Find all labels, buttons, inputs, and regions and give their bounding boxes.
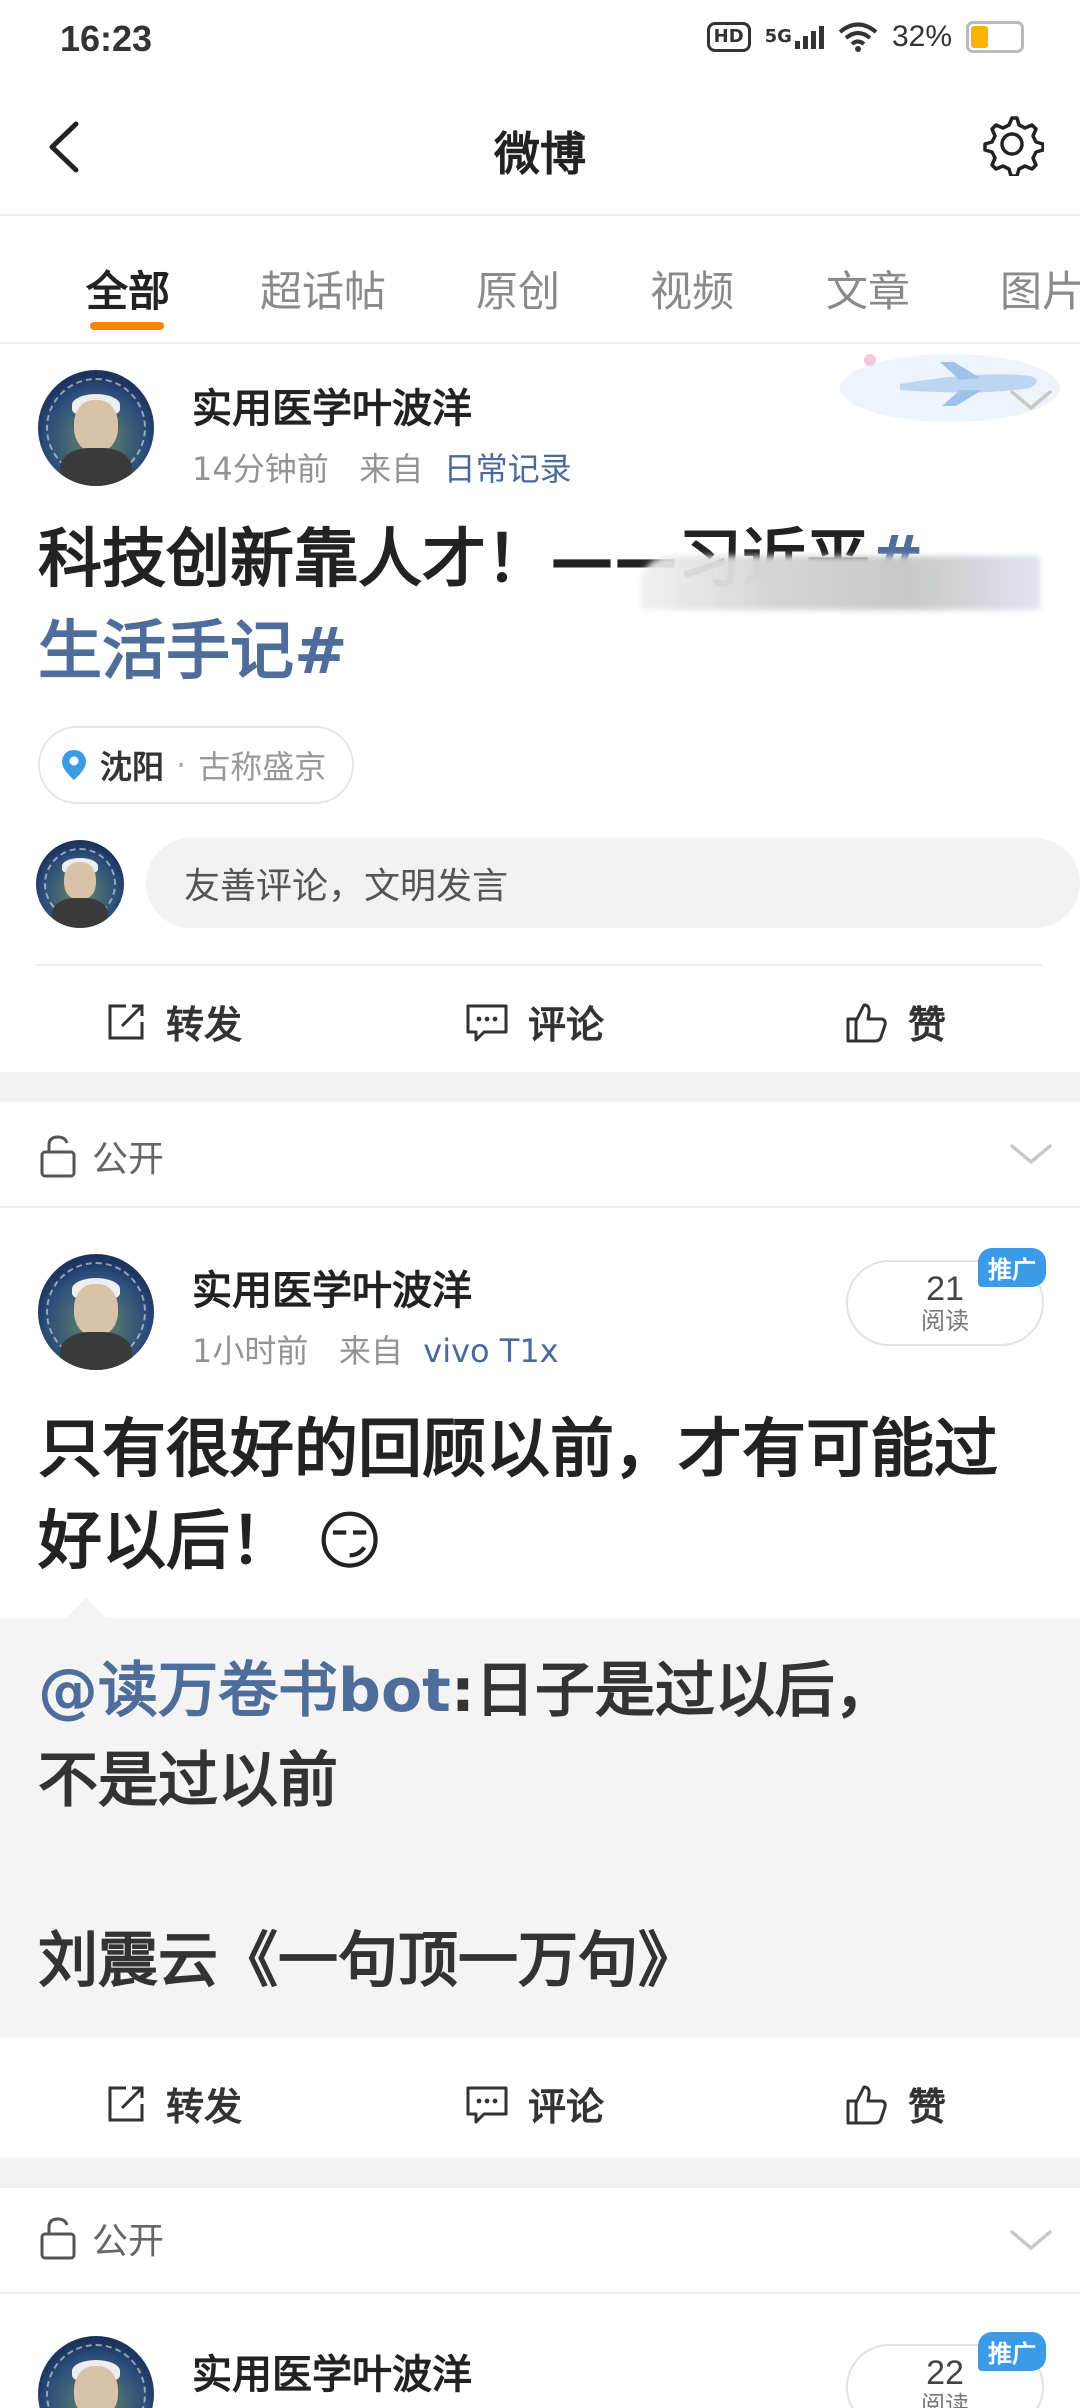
post-card: 实用医学叶波洋 14分钟前 来自 日常记录 科技创新靠人才！——习近平# 生活手… <box>0 344 1080 1070</box>
location-pin-icon <box>62 750 86 780</box>
page-title: 微博 <box>494 127 586 181</box>
battery-icon <box>966 21 1024 53</box>
repost-button[interactable]: 转发 <box>104 994 242 1049</box>
post-card: 公开 实用医学叶波洋 22 阅读 推广 <box>0 2188 1080 2408</box>
source-label: 来自 <box>359 450 424 488</box>
location-city: 沈阳 <box>100 748 165 786</box>
avatar[interactable] <box>38 370 154 486</box>
smirk-emoji: 😏 <box>316 1505 383 1579</box>
comment-button[interactable]: 评论 <box>464 994 604 1049</box>
post-text: 只有很好的回顾以前，才有可能过好以后！ 😏 <box>38 1413 998 1579</box>
repost-icon <box>108 2086 144 2121</box>
repost-icon <box>108 1004 144 1039</box>
status-time: 16:23 <box>60 18 153 59</box>
unlock-icon <box>40 1135 76 1178</box>
post-meta: 1小时前 来自 vivo T1x <box>192 1326 559 1372</box>
wifi-icon <box>838 22 878 52</box>
tab-image[interactable]: 图片 <box>1000 258 1080 319</box>
post-meta: 14分钟前 来自 日常记录 <box>192 444 572 490</box>
repost-block[interactable]: @读万卷书bot:日子是过以后， 不是过以前 刘震云《一句顶一万句》 <box>0 1598 1080 2038</box>
tab-video[interactable]: 视频 <box>650 258 734 319</box>
my-avatar <box>36 840 124 928</box>
promote-badge[interactable]: 推广 <box>978 1248 1046 1287</box>
post-source[interactable]: vivo T1x <box>423 1332 558 1370</box>
section-separator <box>0 2158 1080 2188</box>
section-separator <box>0 1072 1080 1102</box>
divider <box>0 1206 1080 1208</box>
post-time: 1小时前 <box>192 1332 309 1370</box>
top-nav: 微博 <box>0 80 1080 216</box>
thumbs-up-icon <box>846 2085 887 2124</box>
tab-all[interactable]: 全部 <box>86 258 170 319</box>
unlock-icon <box>40 2217 76 2260</box>
post-source[interactable]: 日常记录 <box>444 450 572 488</box>
tab-super-topic[interactable]: 超话帖 <box>260 258 386 319</box>
active-tab-indicator <box>90 322 164 330</box>
visibility-public[interactable]: 公开 <box>38 1130 164 1182</box>
chevron-down-icon[interactable] <box>1006 1138 1056 1168</box>
action-bar: 转发 评论 赞 <box>0 966 1080 1074</box>
author-name[interactable]: 实用医学叶波洋 <box>192 2342 472 2400</box>
hd-icon: HD <box>706 22 751 52</box>
tab-article[interactable]: 文章 <box>826 258 910 319</box>
promote-badge[interactable]: 推广 <box>978 2332 1046 2371</box>
comment-icon <box>466 2086 508 2123</box>
post-card: 公开 实用医学叶波洋 1小时前 来自 vivo T1x 21 阅读 推广 只有很… <box>0 1102 1080 2158</box>
repost-pointer <box>64 1598 108 1620</box>
battery-percent: 32% <box>891 20 952 53</box>
mention-link[interactable]: @读万卷书bot <box>38 1656 451 1726</box>
filter-tabs: 全部 超话帖 原创 视频 文章 图片 <box>0 214 1080 344</box>
comment-icon <box>466 1004 508 1041</box>
chevron-down-icon[interactable] <box>1006 384 1056 414</box>
location-chip[interactable]: 沈阳 · 古称盛京 <box>38 726 355 804</box>
topic-link[interactable]: 生活手记# <box>38 615 348 689</box>
avatar[interactable] <box>38 2336 154 2408</box>
settings-gear-icon[interactable] <box>980 112 1044 176</box>
author-name[interactable]: 实用医学叶波洋 <box>192 376 472 434</box>
status-bar: 16:23 HD 5G 32% <box>0 0 1080 80</box>
divider <box>0 2292 1080 2294</box>
visibility-public[interactable]: 公开 <box>38 2212 164 2264</box>
like-button[interactable]: 赞 <box>844 994 946 1049</box>
post-time: 14分钟前 <box>192 450 329 488</box>
thumbs-up-icon <box>846 1003 887 1042</box>
blurred-image <box>640 556 1040 610</box>
location-desc: 古称盛京 <box>198 748 327 786</box>
source-label: 来自 <box>338 1332 403 1370</box>
author-name[interactable]: 实用医学叶波洋 <box>192 1258 472 1316</box>
avatar[interactable] <box>38 1254 154 1370</box>
like-button[interactable]: 赞 <box>844 2076 946 2131</box>
chevron-down-icon[interactable] <box>1006 2224 1056 2254</box>
repost-button[interactable]: 转发 <box>104 2076 242 2131</box>
status-icons: HD 5G 32% <box>706 20 1024 54</box>
action-bar: 转发 评论 赞 <box>0 2048 1080 2156</box>
signal-5g-icon: 5G <box>765 25 824 49</box>
comment-input[interactable]: 友善评论，文明发言 <box>146 838 1080 928</box>
comment-button[interactable]: 评论 <box>464 2076 604 2131</box>
tab-original[interactable]: 原创 <box>476 258 560 319</box>
